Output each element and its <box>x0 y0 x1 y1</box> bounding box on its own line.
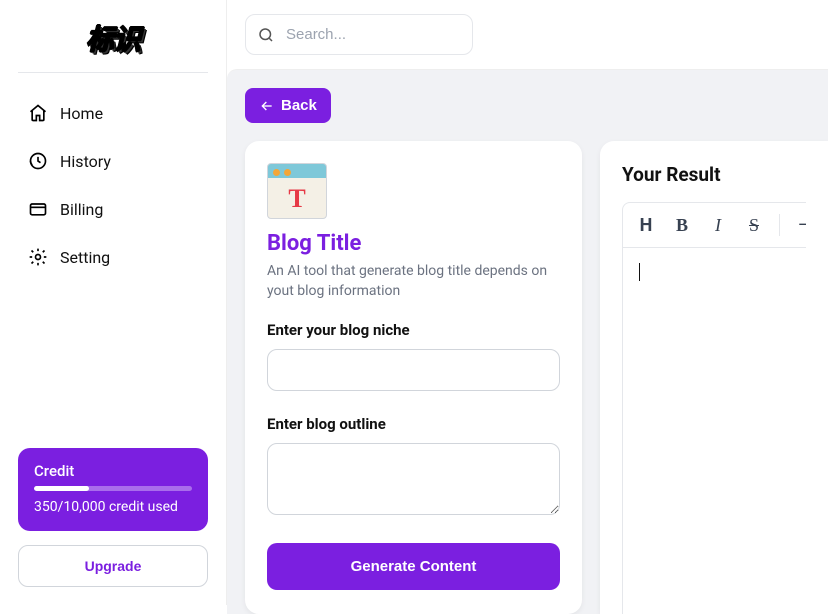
editor: H B I S ― <box>622 202 806 614</box>
content: Back Blog Title An AI tool that generate… <box>227 69 828 614</box>
search-wrap <box>245 14 473 55</box>
nav-label: Home <box>60 104 103 123</box>
toolbar-strike[interactable]: S <box>737 207 771 243</box>
outline-label: Enter blog outline <box>267 415 560 433</box>
sidebar: 标识 Home History Billing Setting <box>0 0 226 605</box>
nav-list: Home History Billing Setting <box>18 93 208 277</box>
editor-toolbar: H B I S ― <box>623 203 806 248</box>
back-label: Back <box>281 97 317 114</box>
search-icon <box>257 26 275 44</box>
generate-button[interactable]: Generate Content <box>267 543 560 590</box>
toolbar-heading[interactable]: H <box>629 207 663 243</box>
result-card: Your Result H B I S ― <box>600 141 828 614</box>
home-icon <box>28 103 48 123</box>
outline-textarea[interactable] <box>267 443 560 515</box>
toolbar-italic[interactable]: I <box>701 207 735 243</box>
nav-label: History <box>60 152 111 171</box>
credit-used-label: 350/10,000 credit used <box>34 499 192 515</box>
toolbar-hr[interactable]: ― <box>788 207 806 243</box>
nav-item-billing[interactable]: Billing <box>18 189 208 229</box>
main: Back Blog Title An AI tool that generate… <box>226 0 828 605</box>
credit-card: Credit 350/10,000 credit used <box>18 448 208 531</box>
topbar <box>227 0 828 69</box>
template-icon <box>267 163 327 219</box>
nav-item-setting[interactable]: Setting <box>18 237 208 277</box>
panels: Blog Title An AI tool that generate blog… <box>245 141 828 614</box>
gear-icon <box>28 247 48 267</box>
field-niche: Enter your blog niche <box>267 321 560 391</box>
credit-progress <box>34 486 192 491</box>
credit-progress-fill <box>34 486 89 491</box>
history-icon <box>28 151 48 171</box>
logo-text: 标识 <box>86 18 140 58</box>
nav-item-history[interactable]: History <box>18 141 208 181</box>
upgrade-button[interactable]: Upgrade <box>18 545 208 587</box>
nav-label: Billing <box>60 200 103 219</box>
template-form-card: Blog Title An AI tool that generate blog… <box>245 141 582 614</box>
toolbar-bold[interactable]: B <box>665 207 699 243</box>
toolbar-separator <box>779 214 780 236</box>
search-input[interactable] <box>245 14 473 55</box>
billing-icon <box>28 199 48 219</box>
text-cursor-icon <box>639 263 640 281</box>
field-outline: Enter blog outline <box>267 415 560 519</box>
app-logo: 标识 <box>18 18 208 72</box>
niche-input[interactable] <box>267 349 560 391</box>
back-button[interactable]: Back <box>245 88 331 123</box>
arrow-left-icon <box>259 98 275 114</box>
credit-title: Credit <box>34 462 192 480</box>
divider <box>18 72 208 73</box>
nav-label: Setting <box>60 248 110 267</box>
editor-body[interactable] <box>623 248 806 614</box>
template-title: Blog Title <box>267 231 560 256</box>
template-desc: An AI tool that generate blog title depe… <box>267 262 560 301</box>
nav-item-home[interactable]: Home <box>18 93 208 133</box>
result-title: Your Result <box>622 163 806 186</box>
niche-label: Enter your blog niche <box>267 321 560 339</box>
